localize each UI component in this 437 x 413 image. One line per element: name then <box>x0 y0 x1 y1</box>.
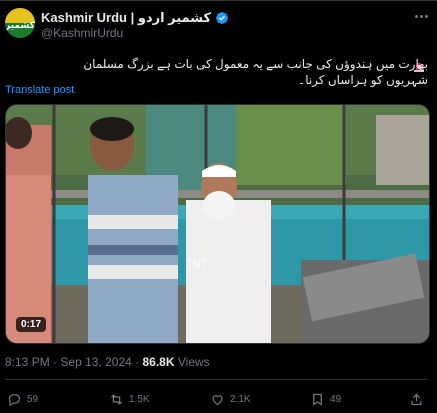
display-name[interactable]: Kashmir Urdu | کشمیر اردو <box>41 10 211 26</box>
avatar[interactable]: کشمیر <box>5 8 35 38</box>
divider <box>5 379 428 380</box>
bookmark-count: 49 <box>330 394 342 405</box>
share-icon <box>411 393 422 406</box>
post-meta: 8:13 PM · Sep 13, 2024 · 86.8K Views <box>5 355 210 369</box>
reply-button[interactable]: 59 <box>7 392 38 407</box>
views-label: Views <box>177 355 210 369</box>
action-bar: 59 1.5K 2.1K 49 <box>5 392 428 410</box>
post-time[interactable]: 8:13 PM <box>5 355 50 369</box>
author-name-row[interactable]: Kashmir Urdu | کشمیر اردو <box>41 9 229 27</box>
bookmark-button[interactable]: 49 <box>310 392 341 407</box>
more-options-icon[interactable] <box>412 8 430 24</box>
share-button[interactable] <box>409 392 429 407</box>
heart-icon <box>212 395 223 406</box>
reply-count: 59 <box>27 394 39 405</box>
like-button[interactable]: 2.1K <box>210 392 251 407</box>
avatar-logo-text: کشمیر <box>5 20 35 30</box>
verified-badge-icon <box>216 12 229 24</box>
reply-icon <box>8 393 21 407</box>
video-player[interactable]: TNT 0:17 <box>5 104 430 344</box>
meta-separator: · <box>135 355 140 369</box>
post-text: بھارت میں ہندوؤں کی جانب سے یہ معمول کی … <box>83 57 428 87</box>
handle[interactable]: @KashmirUrdu <box>41 26 123 40</box>
top-border <box>0 0 437 1</box>
video-duration-badge: 0:17 <box>16 317 47 332</box>
like-count: 2.1K <box>230 394 251 405</box>
repost-icon <box>111 394 122 405</box>
bookmark-icon <box>313 393 322 406</box>
video-frame: TNT <box>6 105 429 343</box>
repost-count: 1.5K <box>129 394 150 405</box>
meta-separator: · <box>53 355 58 369</box>
repost-button[interactable]: 1.5K <box>109 392 150 407</box>
video-overlay-text: TNT <box>186 258 208 270</box>
post-date[interactable]: Sep 13, 2024 <box>60 355 131 369</box>
translate-post-link[interactable]: Translate post <box>5 84 74 96</box>
view-count: 86.8K <box>142 355 175 369</box>
